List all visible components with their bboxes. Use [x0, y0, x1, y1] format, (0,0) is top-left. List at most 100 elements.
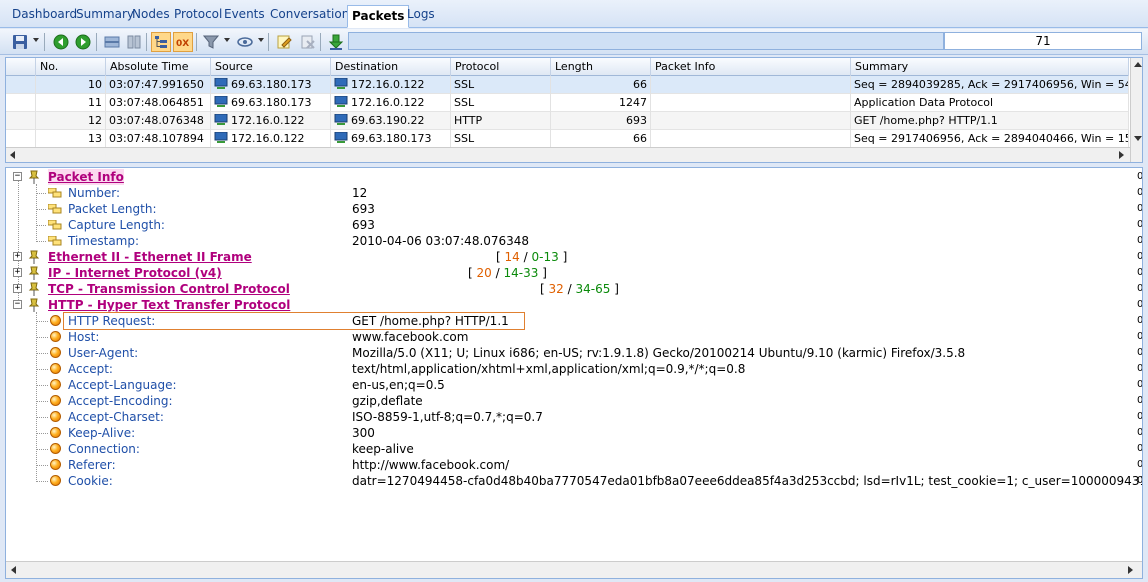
- delete-icon[interactable]: [298, 32, 318, 52]
- scroll-up-arrow-icon[interactable]: [1134, 62, 1142, 67]
- expand-icon[interactable]: +: [13, 252, 22, 261]
- hex-column-edge: 0: [1137, 379, 1143, 390]
- column-header-destination[interactable]: Destination: [331, 58, 451, 76]
- field-icon: [48, 188, 62, 198]
- field-label: Referer:: [68, 458, 116, 472]
- tree-field[interactable]: HTTP Request: GET /home.php? HTTP/1.1: [6, 313, 1129, 329]
- edit-icon[interactable]: [274, 32, 294, 52]
- tree-field[interactable]: Accept-Language: en-us,en;q=0.5: [6, 377, 1129, 393]
- decode-icon[interactable]: [235, 32, 255, 52]
- tab-events[interactable]: Events: [220, 4, 269, 26]
- tab-bar: Dashboard Summary Nodes Protocol Events …: [0, 0, 1148, 28]
- detail-horizontal-scrollbar[interactable]: [6, 561, 1142, 578]
- scroll-down-arrow-icon[interactable]: [1134, 136, 1142, 141]
- column-header-no[interactable]: No.: [36, 58, 106, 76]
- tree-field[interactable]: Connection: keep-alive: [6, 441, 1129, 457]
- column-header-packet-info[interactable]: Packet Info: [651, 58, 851, 76]
- column-header-summary[interactable]: Summary: [851, 58, 1129, 76]
- field-label: Accept-Charset:: [68, 410, 164, 424]
- back-icon[interactable]: [51, 32, 71, 52]
- section-label[interactable]: Packet Info: [48, 169, 124, 185]
- computer-icon: [214, 132, 228, 143]
- tree-field[interactable]: Accept-Encoding: gzip,deflate: [6, 393, 1129, 409]
- filter-dropdown-arrow-icon[interactable]: [224, 38, 230, 42]
- scroll-left-arrow-icon[interactable]: [11, 566, 16, 574]
- tree-field[interactable]: Referer: http://www.facebook.com/: [6, 457, 1129, 473]
- scroll-right-arrow-icon[interactable]: [1119, 151, 1124, 159]
- decode-dropdown-arrow-icon[interactable]: [258, 38, 264, 42]
- tree-node-packet-info[interactable]: − Packet Info: [6, 169, 1129, 185]
- table-row[interactable]: 13 03:07:48.107894 172.16.0.122 69.63.18…: [6, 130, 1129, 148]
- svg-text:0X: 0X: [176, 39, 189, 49]
- tree-field[interactable]: Number: 12: [6, 185, 1129, 201]
- tree-field[interactable]: Cookie: datr=1270494458-cfa0d48b40ba7770…: [6, 473, 1142, 489]
- tree-field[interactable]: Accept: text/html,application/xhtml+xml,…: [6, 361, 1129, 377]
- tree-field[interactable]: User-Agent: Mozilla/5.0 (X11; U; Linux i…: [6, 345, 1129, 361]
- cell-protocol: SSL: [451, 94, 551, 112]
- byte-range: [ 32 / 34-65 ]: [540, 281, 619, 297]
- range-close: ]: [542, 266, 547, 280]
- hex-column-edge: 0: [1137, 299, 1143, 310]
- tree-field[interactable]: Capture Length: 693: [6, 217, 1129, 233]
- tab-dashboard[interactable]: Dashboard: [8, 4, 81, 26]
- column-header-source[interactable]: Source: [211, 58, 331, 76]
- tree-field[interactable]: Timestamp: 2010-04-06 03:07:48.076348: [6, 233, 1129, 249]
- expand-icon[interactable]: +: [13, 284, 22, 293]
- section-label[interactable]: HTTP - Hyper Text Transfer Protocol: [48, 297, 290, 313]
- table-row[interactable]: 10 03:07:47.991650 69.63.180.173 172.16.…: [6, 76, 1129, 94]
- section-label[interactable]: IP - Internet Protocol (v4): [48, 265, 222, 281]
- column-header-absolute-time[interactable]: Absolute Time: [106, 58, 211, 76]
- tab-protocol[interactable]: Protocol: [170, 4, 226, 26]
- table-row[interactable]: 11 03:07:48.064851 69.63.180.173 172.16.…: [6, 94, 1129, 112]
- tab-packets[interactable]: Packets: [347, 5, 410, 28]
- field-label: Timestamp:: [68, 234, 140, 248]
- save-dropdown-arrow-icon[interactable]: [33, 38, 39, 42]
- tree-connector: [36, 225, 46, 226]
- tree-field[interactable]: Host: www.facebook.com: [6, 329, 1129, 345]
- tree-node-ethernet[interactable]: + Ethernet II - Ethernet II Frame [ 14 /…: [6, 249, 1129, 265]
- filter-icon[interactable]: [201, 32, 221, 52]
- tab-logs[interactable]: Logs: [403, 4, 439, 26]
- row-indicator: [6, 130, 36, 148]
- save-icon[interactable]: [10, 32, 30, 52]
- tab-conversations[interactable]: Conversations: [266, 4, 360, 26]
- scroll-left-arrow-icon[interactable]: [10, 151, 15, 159]
- collapse-icon[interactable]: −: [13, 300, 22, 309]
- tree-node-http[interactable]: − HTTP - Hyper Text Transfer Protocol: [6, 297, 1129, 313]
- section-label[interactable]: Ethernet II - Ethernet II Frame: [48, 249, 252, 265]
- expand-icon[interactable]: +: [13, 268, 22, 277]
- columns-icon[interactable]: [124, 32, 144, 52]
- hex-column-edge: 0: [1137, 203, 1143, 214]
- tree-field[interactable]: Packet Length: 693: [6, 201, 1129, 217]
- tab-nodes[interactable]: Nodes: [128, 4, 174, 26]
- grid-horizontal-scrollbar[interactable]: [6, 147, 1130, 162]
- filter-bar[interactable]: [348, 32, 944, 50]
- tree-connector: [36, 209, 46, 210]
- tree-node-ip[interactable]: + IP - Internet Protocol (v4) [ 20 / 14-…: [6, 265, 1129, 281]
- forward-icon[interactable]: [73, 32, 93, 52]
- field-bullet-icon: [50, 331, 61, 342]
- scroll-right-arrow-icon[interactable]: [1128, 566, 1133, 574]
- field-bullet-icon: [50, 411, 61, 422]
- table-row[interactable]: 12 03:07:48.076348 172.16.0.122 69.63.19…: [6, 112, 1129, 130]
- field-label: Number:: [68, 186, 121, 200]
- cell-source: 69.63.180.173: [211, 76, 331, 94]
- column-header-protocol[interactable]: Protocol: [451, 58, 551, 76]
- field-label: Accept:: [68, 362, 113, 376]
- tree-view-icon[interactable]: [151, 32, 171, 52]
- section-label[interactable]: TCP - Transmission Control Protocol: [48, 281, 290, 297]
- collapse-icon[interactable]: −: [13, 172, 22, 181]
- tree-node-tcp[interactable]: + TCP - Transmission Control Protocol [ …: [6, 281, 1129, 297]
- column-header-length[interactable]: Length: [551, 58, 651, 76]
- cell-packet-info: [651, 130, 851, 148]
- pushpin-icon: [28, 282, 40, 296]
- grid-vertical-scrollbar[interactable]: [1130, 58, 1142, 162]
- field-value: GET /home.php? HTTP/1.1: [352, 314, 509, 328]
- hex-column-edge: 0: [1137, 171, 1143, 182]
- tree-field[interactable]: Keep-Alive: 300: [6, 425, 1129, 441]
- download-icon[interactable]: [326, 32, 346, 52]
- computer-icon: [334, 78, 348, 89]
- hex-view-icon[interactable]: 0X: [173, 32, 193, 52]
- tree-field[interactable]: Accept-Charset: ISO-8859-1,utf-8;q=0.7,*…: [6, 409, 1129, 425]
- view-icon[interactable]: [102, 32, 122, 52]
